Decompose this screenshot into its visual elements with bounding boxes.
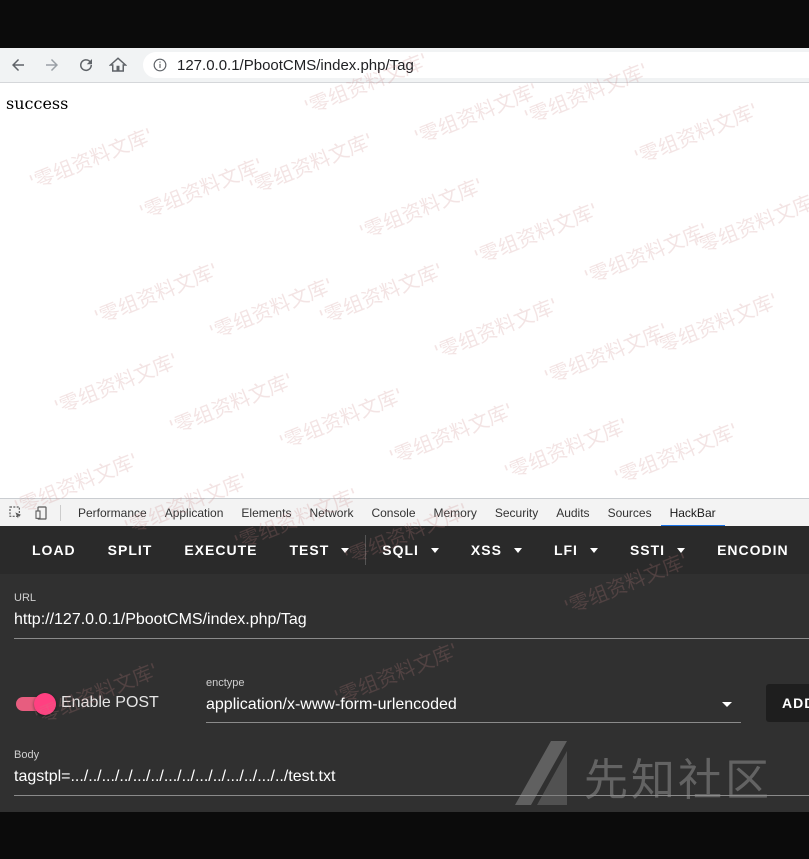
tab-security[interactable]: Security — [486, 499, 547, 526]
watermark-text: '零组资料文库' — [165, 368, 297, 440]
info-icon[interactable] — [153, 58, 167, 72]
watermark-text: '零组资料文库' — [430, 293, 562, 365]
tab-network[interactable]: Network — [300, 499, 362, 526]
body-field[interactable]: tagstpl=.../../.../../.../../.../../.../… — [14, 768, 335, 786]
enctype-select[interactable]: application/x-www-form-urlencoded — [206, 696, 457, 714]
watermark-text: '零组资料文库' — [540, 318, 672, 390]
watermark-text: '零组资料文库' — [610, 418, 742, 490]
url-field-label: URL — [14, 592, 37, 604]
enable-post-label: Enable POST — [61, 694, 159, 711]
page-response-text: success — [6, 94, 69, 113]
chevron-down-icon — [513, 547, 522, 553]
tab-elements[interactable]: Elements — [232, 499, 300, 526]
sqli-menu-button[interactable]: SQLI — [366, 526, 455, 574]
address-bar: 127.0.0.1/PbootCMS/index.php/Tag — [0, 48, 809, 83]
tab-memory[interactable]: Memory — [425, 499, 486, 526]
test-menu-button[interactable]: TEST — [273, 526, 365, 574]
ssti-menu-button[interactable]: SSTI — [614, 526, 701, 574]
watermark-text: '零组资料文库' — [470, 198, 602, 270]
watermark-text: '零组资料文库' — [410, 78, 542, 150]
lfi-menu-button[interactable]: LFI — [538, 526, 614, 574]
tab-performance[interactable]: Performance — [69, 499, 156, 526]
watermark-text: '零组资料文库' — [630, 98, 762, 170]
inspect-element-icon[interactable] — [8, 505, 24, 521]
url-field[interactable]: http://127.0.0.1/PbootCMS/index.php/Tag — [14, 611, 307, 629]
hackbar-panel: LOAD SPLIT EXECUTE TEST SQLI XSS LFI SST… — [0, 526, 809, 812]
reload-icon[interactable] — [76, 55, 96, 75]
watermark-text: '零组资料文库' — [135, 153, 267, 225]
body-field-label: Body — [14, 749, 40, 761]
toggle-knob — [34, 693, 56, 715]
url-field-underline — [14, 638, 809, 639]
encoding-menu-button[interactable]: ENCODIN — [701, 526, 805, 574]
execute-button[interactable]: EXECUTE — [168, 526, 273, 574]
load-button[interactable]: LOAD — [0, 526, 92, 574]
tab-console[interactable]: Console — [362, 499, 424, 526]
xianzhi-watermark-text: 先知社区 — [584, 755, 772, 806]
watermark-text: '零组资料文库' — [650, 288, 782, 360]
home-icon[interactable] — [108, 55, 128, 75]
tab-application[interactable]: Application — [156, 499, 233, 526]
watermark-text: '零组资料文库' — [500, 413, 632, 485]
watermark-text: '零组资料文库' — [355, 173, 487, 245]
add-header-button[interactable]: ADD — [766, 684, 809, 722]
watermark-text: '零组资料文库' — [315, 258, 447, 330]
tab-hackbar[interactable]: HackBar — [660, 499, 725, 527]
split-button[interactable]: SPLIT — [92, 526, 169, 574]
devtools-tabbar: Performance Application Elements Network… — [0, 498, 809, 527]
watermark-text: '零组资料文库' — [275, 383, 407, 455]
browser-window: 127.0.0.1/PbootCMS/index.php/Tag success… — [0, 48, 809, 812]
watermark-text: '零组资料文库' — [205, 273, 337, 345]
chevron-down-icon — [430, 547, 439, 553]
device-toggle-icon[interactable] — [34, 505, 50, 521]
enctype-label: enctype — [206, 677, 245, 689]
omnibox[interactable]: 127.0.0.1/PbootCMS/index.php/Tag — [143, 52, 809, 78]
watermark-text: '零组资料文库' — [50, 348, 182, 420]
watermark-text: '零组资料文库' — [580, 218, 712, 290]
watermark-text: '零组资料文库' — [385, 398, 517, 470]
watermark-text: '零组资料文库' — [690, 188, 809, 260]
watermark-text: '零组资料文库' — [245, 128, 377, 200]
enctype-underline — [206, 722, 741, 723]
chevron-down-icon — [589, 547, 598, 553]
tab-audits[interactable]: Audits — [547, 499, 598, 526]
watermark-text: '零组资料文库' — [90, 258, 222, 330]
devtools-separator — [60, 504, 61, 521]
tab-sources[interactable]: Sources — [599, 499, 661, 526]
back-icon[interactable] — [8, 55, 28, 75]
chevron-down-icon — [341, 547, 350, 553]
chevron-down-icon[interactable] — [722, 702, 732, 707]
enable-post-toggle[interactable] — [16, 693, 56, 715]
hackbar-toolbar: LOAD SPLIT EXECUTE TEST SQLI XSS LFI SST… — [0, 526, 809, 574]
watermark-text: '零组资料文库' — [25, 123, 157, 195]
chevron-down-icon — [677, 547, 686, 553]
xss-menu-button[interactable]: XSS — [455, 526, 538, 574]
forward-icon[interactable] — [42, 55, 62, 75]
address-url[interactable]: 127.0.0.1/PbootCMS/index.php/Tag — [177, 57, 414, 74]
